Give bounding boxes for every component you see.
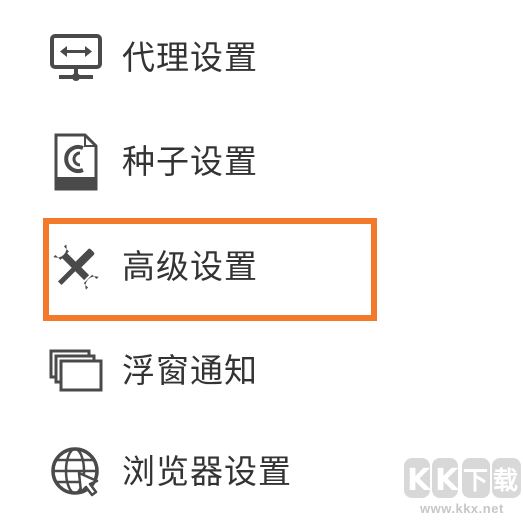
svg-text:载: 载 (493, 466, 518, 495)
menu-item-advanced-settings[interactable]: 高级设置 (0, 222, 523, 312)
menu-item-floating-notifications[interactable]: 浮窗通知 (0, 326, 523, 416)
menu-item-proxy-settings[interactable]: 代理设置 (0, 13, 523, 103)
menu-item-label: 浮窗通知 (122, 351, 258, 390)
wrench-screwdriver-icon (48, 222, 104, 312)
browser-globe-icon (48, 427, 104, 517)
svg-text:下: 下 (463, 466, 488, 495)
kk-logo-watermark: K K 下 载 (404, 458, 521, 498)
svg-text:K: K (407, 463, 432, 498)
torrent-file-icon (48, 117, 104, 207)
floating-windows-icon (48, 326, 104, 416)
proxy-network-icon (48, 13, 104, 103)
menu-item-label: 代理设置 (122, 38, 258, 77)
menu-item-label: 种子设置 (122, 142, 258, 181)
watermark-url: www.kkx.net (420, 501, 504, 516)
menu-item-torrent-settings[interactable]: 种子设置 (0, 117, 523, 207)
svg-text:K: K (435, 463, 460, 498)
menu-item-label: 高级设置 (122, 247, 258, 286)
watermark: K K 下 载 www.kkx.net (402, 452, 523, 520)
menu-item-label: 浏览器设置 (122, 452, 292, 491)
